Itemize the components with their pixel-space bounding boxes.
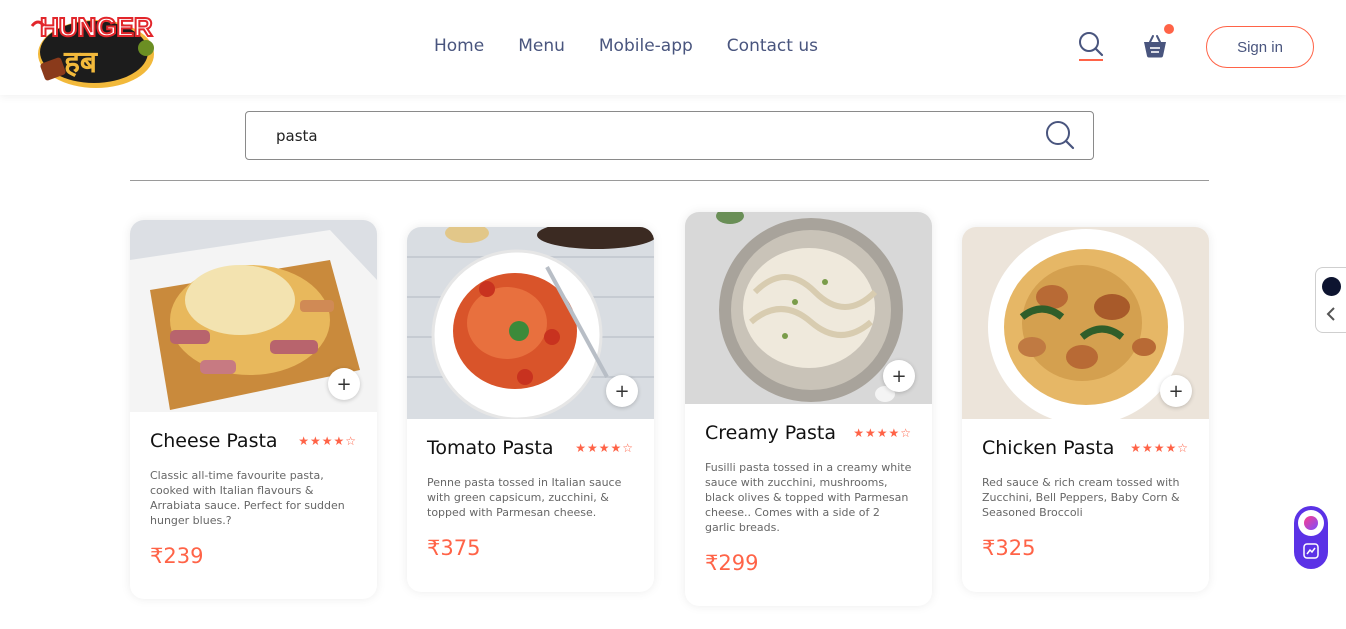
food-name: Cheese Pasta (150, 430, 278, 452)
food-description: Fusilli pasta tossed in a creamy white s… (705, 461, 912, 534)
food-name: Creamy Pasta (705, 422, 837, 444)
sign-in-button[interactable]: Sign in (1206, 26, 1314, 68)
nav-home[interactable]: Home (434, 36, 484, 56)
svg-text:हब: हब (63, 45, 99, 80)
food-image: + (130, 220, 377, 412)
nav-mobile-app[interactable]: Mobile-app (599, 36, 693, 56)
food-image: + (407, 227, 654, 419)
extension-icon[interactable] (1322, 277, 1341, 296)
svg-text:HUNGER: HUNGER (40, 12, 153, 42)
divider (130, 180, 1209, 181)
food-price: ₹239 (150, 544, 204, 568)
rating-stars-icon: ★★★★☆ (298, 434, 357, 448)
cart-notification-dot (1164, 24, 1174, 34)
food-description: Red sauce & rich cream tossed with Zucch… (982, 476, 1180, 519)
food-card[interactable]: + Cheese Pasta ★★★★☆ Classic all-time fa… (130, 220, 377, 599)
search-active-indicator (1079, 59, 1103, 61)
food-image: + (962, 227, 1209, 419)
logo[interactable]: HUNGER हब (28, 6, 164, 90)
food-card[interactable]: + Creamy Pasta ★★★★☆ Fusilli pasta tosse… (685, 212, 932, 606)
food-info: Chicken Pasta ★★★★☆ Red sauce & rich cre… (962, 437, 1209, 560)
nav-menu[interactable]: Menu (518, 36, 565, 56)
basket-icon[interactable] (1142, 33, 1168, 59)
add-to-cart-button[interactable]: + (883, 360, 915, 392)
food-image: + (685, 212, 932, 404)
assistant-icon[interactable] (1298, 510, 1324, 536)
food-info: Tomato Pasta ★★★★☆ Penne pasta tossed in… (407, 437, 654, 560)
food-description: Classic all-time favourite pasta, cooked… (150, 469, 345, 527)
food-info: Creamy Pasta ★★★★☆ Fusilli pasta tossed … (685, 422, 932, 575)
food-name: Tomato Pasta (427, 437, 554, 459)
header: HUNGER हब Home Menu Mobile-app Contact u… (0, 0, 1346, 95)
add-to-cart-button[interactable]: + (1160, 375, 1192, 407)
rating-stars-icon: ★★★★☆ (575, 441, 634, 455)
add-to-cart-button[interactable]: + (328, 368, 360, 400)
extension-side-tab[interactable] (1315, 267, 1346, 333)
nav-contact-us[interactable]: Contact us (727, 36, 818, 56)
food-price: ₹299 (705, 551, 759, 575)
chart-icon[interactable] (1303, 543, 1319, 559)
food-price: ₹325 (982, 536, 1036, 560)
floating-widget[interactable] (1294, 506, 1328, 569)
food-description: Penne pasta tossed in Italian sauce with… (427, 476, 622, 519)
food-card[interactable]: + Tomato Pasta ★★★★☆ Penne pasta tossed … (407, 227, 654, 592)
add-to-cart-button[interactable]: + (606, 375, 638, 407)
search-input[interactable] (276, 124, 1016, 148)
main-nav: Home Menu Mobile-app Contact us (434, 36, 818, 56)
rating-stars-icon: ★★★★☆ (1130, 441, 1189, 455)
food-name: Chicken Pasta (982, 437, 1115, 459)
food-info: Cheese Pasta ★★★★☆ Classic all-time favo… (130, 430, 377, 568)
chevron-left-icon[interactable] (1324, 306, 1338, 322)
food-price: ₹375 (427, 536, 481, 560)
rating-stars-icon: ★★★★☆ (853, 426, 912, 440)
search-bar (245, 111, 1094, 160)
search-submit-icon[interactable] (1044, 119, 1076, 151)
food-card[interactable]: + Chicken Pasta ★★★★☆ Red sauce & rich c… (962, 227, 1209, 592)
